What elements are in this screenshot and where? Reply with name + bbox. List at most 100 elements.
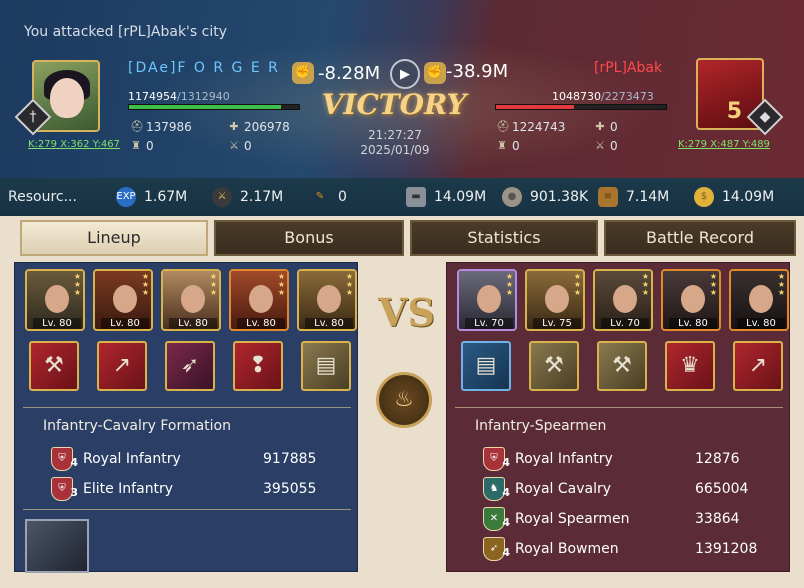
- vs-emblem: VS: [378, 290, 435, 335]
- tab-battle-record[interactable]: Battle Record: [604, 220, 796, 256]
- book-icon: ▤: [315, 353, 337, 378]
- hero-portrait[interactable]: ★ ★ ★ Lv. 80: [297, 269, 357, 331]
- dragon-portrait[interactable]: [25, 519, 89, 573]
- hero-portrait[interactable]: ★ ★ ★ Lv. 75: [525, 269, 585, 331]
- swords-icon: ⚔: [212, 187, 232, 207]
- resources-label[interactable]: Resourc...: [8, 189, 77, 205]
- feather-icon: ✎: [315, 191, 325, 202]
- cavalry-horse-icon: ♞ 4: [483, 477, 510, 501]
- flame-book-icon: ♨: [394, 387, 414, 412]
- star-icon: ★ ★ ★: [709, 272, 717, 297]
- tower-icon: ♜: [497, 139, 507, 152]
- defender-troops-stat: ⛑ 1224743: [496, 120, 566, 134]
- attacker-name[interactable]: [DAe]F O R G E R: [128, 60, 280, 76]
- hero-portrait[interactable]: ★ ★ ★ Lv. 70: [457, 269, 517, 331]
- equipment-slot[interactable]: ♛: [665, 341, 715, 391]
- equipment-slot[interactable]: ▤: [301, 341, 351, 391]
- defender-hp: 1048730/2273473: [552, 90, 654, 103]
- defender-hp-bar: [495, 104, 667, 110]
- fist-icon: ✊: [292, 62, 314, 84]
- attacker-coords[interactable]: K:279 X:362 Y:467: [28, 139, 120, 150]
- hero-portrait[interactable]: ★ ★ ★ Lv. 80: [729, 269, 789, 331]
- equipment-slot[interactable]: ⚒: [29, 341, 79, 391]
- star-icon: ★ ★ ★: [73, 272, 81, 297]
- attacker-hp: 1174954/1312940: [128, 90, 230, 103]
- attacker-lineup-panel: ★ ★ ★ Lv. 80 ★ ★ ★ Lv. 80 ★ ★ ★ Lv. 80 ★ ★ ★ Lv. 80 …: [14, 262, 358, 573]
- bowmen-icon: ➶ 4: [483, 537, 510, 561]
- tower-icon: ♜: [131, 139, 141, 152]
- sword-icon: †: [29, 109, 37, 125]
- troop-row: ⛨ 4 Royal Infantry 12876: [483, 447, 740, 471]
- iron-ingot-icon: ▬: [406, 187, 426, 207]
- gold-coin-icon: $: [694, 187, 714, 207]
- attacker-loss: -8.28M: [318, 63, 381, 84]
- defender-formation: Infantry-Spearmen: [475, 418, 607, 434]
- helmet-icon: ⛑: [496, 120, 510, 133]
- defender-heal-stat: ✚ 0: [595, 120, 618, 134]
- shield-icon: ◆: [759, 109, 771, 125]
- star-icon: ★ ★ ★: [141, 272, 149, 297]
- axe-icon: ⚒: [612, 353, 632, 378]
- equipment-slot[interactable]: ❢: [233, 341, 283, 391]
- tab-lineup[interactable]: Lineup: [20, 220, 208, 256]
- attack-message: You attacked [rPL]Abak's city: [24, 24, 227, 40]
- tab-statistics[interactable]: Statistics: [410, 220, 598, 256]
- attacker-wall-stat: ♜ 0: [131, 139, 154, 153]
- attacker-troops-stat: ⛑ 137986: [130, 120, 192, 134]
- helmet-icon: ⛑: [130, 120, 144, 133]
- hero-portrait[interactable]: ★ ★ ★ Lv. 80: [25, 269, 85, 331]
- troop-row: ➶ 4 Royal Bowmen 1391208: [483, 537, 757, 561]
- kills-resource: ⚔ 2.17M: [212, 187, 283, 207]
- spear-icon: ↗: [748, 353, 768, 378]
- star-icon: ★ ★ ★: [209, 272, 217, 297]
- attacker-trap-stat: ⚔ 0: [229, 139, 252, 153]
- equipment-slot[interactable]: ⚒: [597, 341, 647, 391]
- feather-resource: ✎ 0: [310, 187, 347, 207]
- tab-bonus[interactable]: Bonus: [214, 220, 404, 256]
- star-icon: ★ ★ ★: [641, 272, 649, 297]
- equipment-slot[interactable]: ➶: [165, 341, 215, 391]
- hero-portrait[interactable]: ★ ★ ★ Lv. 80: [229, 269, 289, 331]
- hero-portrait[interactable]: ★ ★ ★ Lv. 70: [593, 269, 653, 331]
- equipment-slot[interactable]: ↗: [97, 341, 147, 391]
- equipment-slot[interactable]: ⚒: [529, 341, 579, 391]
- defender-lineup-panel: ★ ★ ★ Lv. 70 ★ ★ ★ Lv. 75 ★ ★ ★ Lv. 70 ★ ★ ★ Lv. 80 …: [446, 262, 790, 572]
- battle-header: You attacked [rPL]Abak's city † K:279 X:…: [0, 0, 804, 178]
- crossed-swords-icon: ⚔: [229, 139, 239, 152]
- star-icon: ★ ★ ★: [277, 272, 285, 297]
- book-icon: ▤: [475, 353, 497, 378]
- defender-loss: -38.9M: [446, 61, 509, 82]
- attacker-formation: Infantry-Cavalry Formation: [43, 418, 231, 434]
- hero-portrait[interactable]: ★ ★ ★ Lv. 80: [661, 269, 721, 331]
- replay-button[interactable]: ▶: [390, 59, 420, 89]
- hero-portrait[interactable]: ★ ★ ★ Lv. 80: [93, 269, 153, 331]
- battle-timestamp: 21:27:27 2025/01/09: [360, 128, 430, 157]
- crown-icon: ♛: [680, 353, 700, 378]
- victory-label: VICTORY: [321, 88, 467, 121]
- troop-row: ⛨ 4 Royal Infantry 917885: [51, 447, 316, 471]
- battle-details-button[interactable]: ♨: [376, 372, 432, 428]
- wood-resource: ≡ 7.14M: [598, 187, 669, 207]
- equipment-slot[interactable]: ↗: [733, 341, 783, 391]
- star-icon: ★ ★ ★: [345, 272, 353, 297]
- hero-portrait[interactable]: ★ ★ ★ Lv. 80: [161, 269, 221, 331]
- stone-icon: ●: [502, 187, 522, 207]
- star-icon: ★ ★ ★: [777, 272, 785, 297]
- defender-name[interactable]: [rPL]Abak: [594, 60, 662, 76]
- attacker-hp-bar: [128, 104, 300, 110]
- troop-row: ✕ 4 Royal Spearmen 33864: [483, 507, 740, 531]
- gold-resource: $14.09M: [694, 187, 774, 207]
- fist-icon: ✊: [424, 62, 446, 84]
- axe-icon: ⚒: [544, 353, 564, 378]
- defender-wall-stat: ♜ 0: [497, 139, 520, 153]
- troop-row: ⛨ 3 Elite Infantry 395055: [51, 477, 316, 501]
- defender-coords[interactable]: K:279 X:487 Y:489: [678, 139, 770, 150]
- defender-level: 5: [726, 99, 742, 124]
- hammer-icon: ⚒: [44, 353, 64, 378]
- report-tabs: Lineup Bonus Statistics Battle Record: [0, 216, 804, 260]
- troop-row: ♞ 4 Royal Cavalry 665004: [483, 477, 748, 501]
- bow-icon: ➶: [180, 353, 200, 378]
- equipment-slot[interactable]: ▤: [461, 341, 511, 391]
- spear-icon: ↗: [112, 353, 132, 378]
- exp-icon: EXP: [116, 187, 136, 207]
